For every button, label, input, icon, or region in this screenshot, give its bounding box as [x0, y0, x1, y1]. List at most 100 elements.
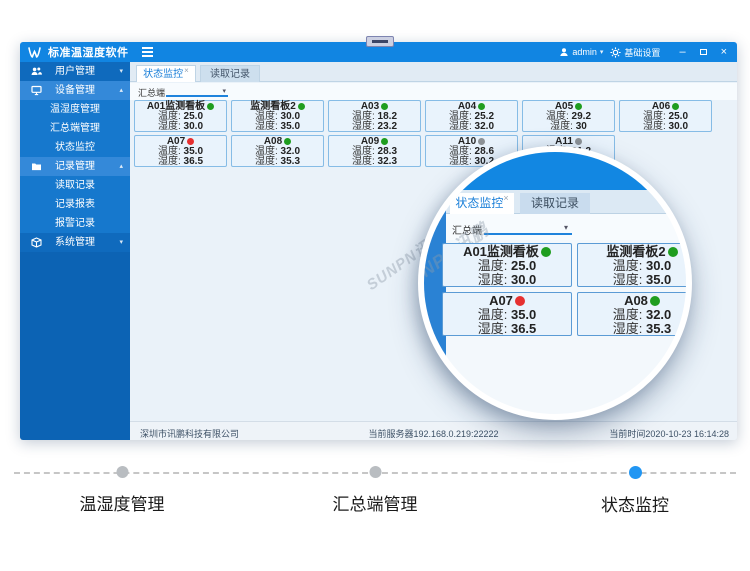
sidebar-item-label: 记录管理 — [55, 161, 95, 172]
magnified-tab-status-monitor: 状态监控× — [450, 193, 514, 214]
status-dot — [541, 247, 551, 257]
monitor-card[interactable]: 监测看板2 温度: 30.0 湿度: 35.0 — [231, 100, 324, 132]
aggregator-select[interactable]: ▾ — [166, 84, 228, 97]
monitor-card[interactable]: A09 温度: 28.3 湿度: 32.3 — [328, 135, 421, 167]
status-dot — [187, 138, 194, 145]
package-icon — [31, 237, 42, 248]
footer-step-status-monitor[interactable]: 状态监控 — [601, 466, 669, 516]
sidebar-item-label: 汇总端管理 — [50, 123, 100, 134]
status-dot — [298, 103, 305, 110]
sidebar-item-record-report[interactable]: 记录报表 — [20, 195, 130, 214]
hum-value: 35.0 — [281, 121, 300, 132]
basic-settings-button[interactable]: 基础设置 — [610, 46, 660, 59]
monitor-card[interactable]: A01监测看板 温度: 25.0 湿度: 30.0 — [134, 100, 227, 132]
sidebar-item-label: 读取记录 — [55, 180, 95, 191]
magnifier-circle: 状态监控× 读取记录 汇总端 ▾ SUNPN讯鹏 A01监测看板 温度: 25.… — [418, 146, 692, 420]
step-label: 温湿度管理 — [80, 490, 165, 515]
hum-value: 32.3 — [378, 156, 397, 167]
status-dot — [672, 103, 679, 110]
sidebar-item-label: 用户管理 — [55, 66, 95, 77]
screenshot-stage: 标准温湿度软件 admin ▾ 基础设置 – — [0, 0, 750, 571]
tab-label: 读取记录 — [210, 69, 250, 80]
chevron-down-icon: ▾ — [600, 48, 604, 56]
status-dot — [478, 138, 485, 145]
chevron-down-icon: ▾ — [119, 62, 123, 81]
step-dot[interactable] — [116, 466, 128, 478]
minimize-button[interactable]: – — [679, 47, 685, 57]
sidebar-item-status-monitor[interactable]: 状态监控 — [20, 138, 130, 157]
basic-settings-label: 基础设置 — [624, 46, 660, 59]
tab-close-icon[interactable]: × — [184, 66, 189, 75]
users-icon — [31, 66, 42, 77]
user-icon — [559, 47, 569, 57]
current-time: 当前时间2020-10-23 16:14:28 — [609, 427, 729, 440]
footer-step-temp-humidity[interactable]: 温湿度管理 — [80, 466, 165, 515]
sidebar-item-read-records[interactable]: 读取记录 — [20, 176, 130, 195]
status-dot — [381, 138, 388, 145]
monitor-card[interactable]: A07 温度: 35.0 湿度: 36.5 — [134, 135, 227, 167]
hum-value: 30.0 — [184, 121, 203, 132]
sidebar-item-device-management[interactable]: 设备管理 ▴ — [20, 81, 130, 100]
chevron-down-icon: ▾ — [564, 223, 568, 232]
close-button[interactable]: × — [721, 46, 727, 58]
chevron-up-icon: ▴ — [119, 81, 123, 100]
chevron-up-icon: ▴ — [119, 157, 123, 176]
status-bar: 深圳市讯鹏科技有限公司 当前服务器192.168.0.219:22222 当前时… — [130, 421, 737, 440]
status-dot — [515, 296, 525, 306]
monitor-card[interactable]: A08 温度: 32.0 湿度: 35.3 — [231, 135, 324, 167]
status-dot — [650, 296, 660, 306]
user-menu[interactable]: admin ▾ — [559, 47, 603, 57]
sidebar-item-alarm-records[interactable]: 报警记录 — [20, 214, 130, 233]
step-dot[interactable] — [369, 466, 381, 478]
sidebar-item-label: 系统管理 — [55, 237, 95, 248]
hum-value: 36.5 — [184, 156, 203, 167]
sidebar-item-label: 记录报表 — [55, 199, 95, 210]
magnified-aggregator-select: ▾ — [484, 220, 572, 235]
status-dot — [478, 103, 485, 110]
tab-close-icon: × — [503, 193, 508, 203]
sidebar-item-aggregator-management[interactable]: 汇总端管理 — [20, 119, 130, 138]
status-dot — [284, 138, 291, 145]
hum-value: 30.0 — [669, 121, 688, 132]
sidebar: 用户管理 ▾ 设备管理 ▴ 温湿度管理 汇总端管理 状态监控 — [20, 62, 130, 440]
hum-value: 32.0 — [475, 121, 494, 132]
tab-bar: 状态监控× 读取记录 — [130, 62, 737, 82]
monitor-card[interactable]: A03 温度: 18.2 湿度: 23.2 — [328, 100, 421, 132]
hum-value: 35.3 — [281, 156, 300, 167]
aggregator-filter-label: 汇总端 — [138, 86, 165, 99]
tab-status-monitor[interactable]: 状态监控× — [136, 65, 196, 82]
sidebar-item-label: 设备管理 — [55, 85, 95, 96]
hum-value: 30 — [576, 121, 587, 132]
monitor-card[interactable]: A04 温度: 25.2 湿度: 32.0 — [425, 100, 518, 132]
sidebar-item-user-management[interactable]: 用户管理 ▾ — [20, 62, 130, 81]
monitor-card[interactable]: A06 温度: 25.0 湿度: 30.0 — [619, 100, 712, 132]
tab-read-records[interactable]: 读取记录 — [200, 65, 260, 82]
hum-value: 23.2 — [378, 121, 397, 132]
sidebar-item-label: 状态监控 — [55, 142, 95, 153]
sidebar-item-system-management[interactable]: 系统管理 ▾ — [20, 233, 130, 252]
screen-capture-handle[interactable] — [366, 36, 394, 47]
status-dot — [207, 103, 214, 110]
chevron-down-icon: ▾ — [222, 87, 226, 95]
magnified-titlebar — [418, 152, 692, 190]
sidebar-item-label: 温湿度管理 — [50, 104, 100, 115]
folder-icon — [31, 161, 42, 172]
gear-icon — [610, 47, 621, 58]
monitor-card[interactable]: A05 温度: 29.2 湿度: 30 — [522, 100, 615, 132]
footer-step-aggregator[interactable]: 汇总端管理 — [333, 466, 418, 515]
chevron-down-icon: ▾ — [119, 233, 123, 252]
magnified-monitor-card: 监测看板2 温度: 30.0 湿度: 35.0 — [577, 243, 692, 287]
menu-toggle-icon[interactable] — [142, 47, 153, 57]
sidebar-item-label: 报警记录 — [55, 218, 95, 229]
filter-toolbar: 汇总端 ▾ — [130, 83, 737, 100]
step-dot[interactable] — [629, 466, 642, 479]
step-label: 汇总端管理 — [333, 490, 418, 515]
magnified-monitor-card: A01监测看板 温度: 25.0 湿度: 30.0 — [442, 243, 572, 287]
sidebar-item-temp-humidity-management[interactable]: 温湿度管理 — [20, 100, 130, 119]
magnified-tab-bar: 状态监控× 读取记录 — [446, 190, 692, 214]
status-dot — [381, 103, 388, 110]
sidebar-item-record-management[interactable]: 记录管理 ▴ — [20, 157, 130, 176]
status-dot — [668, 247, 678, 257]
app-logo-icon — [28, 46, 41, 59]
restore-button[interactable] — [700, 49, 707, 55]
